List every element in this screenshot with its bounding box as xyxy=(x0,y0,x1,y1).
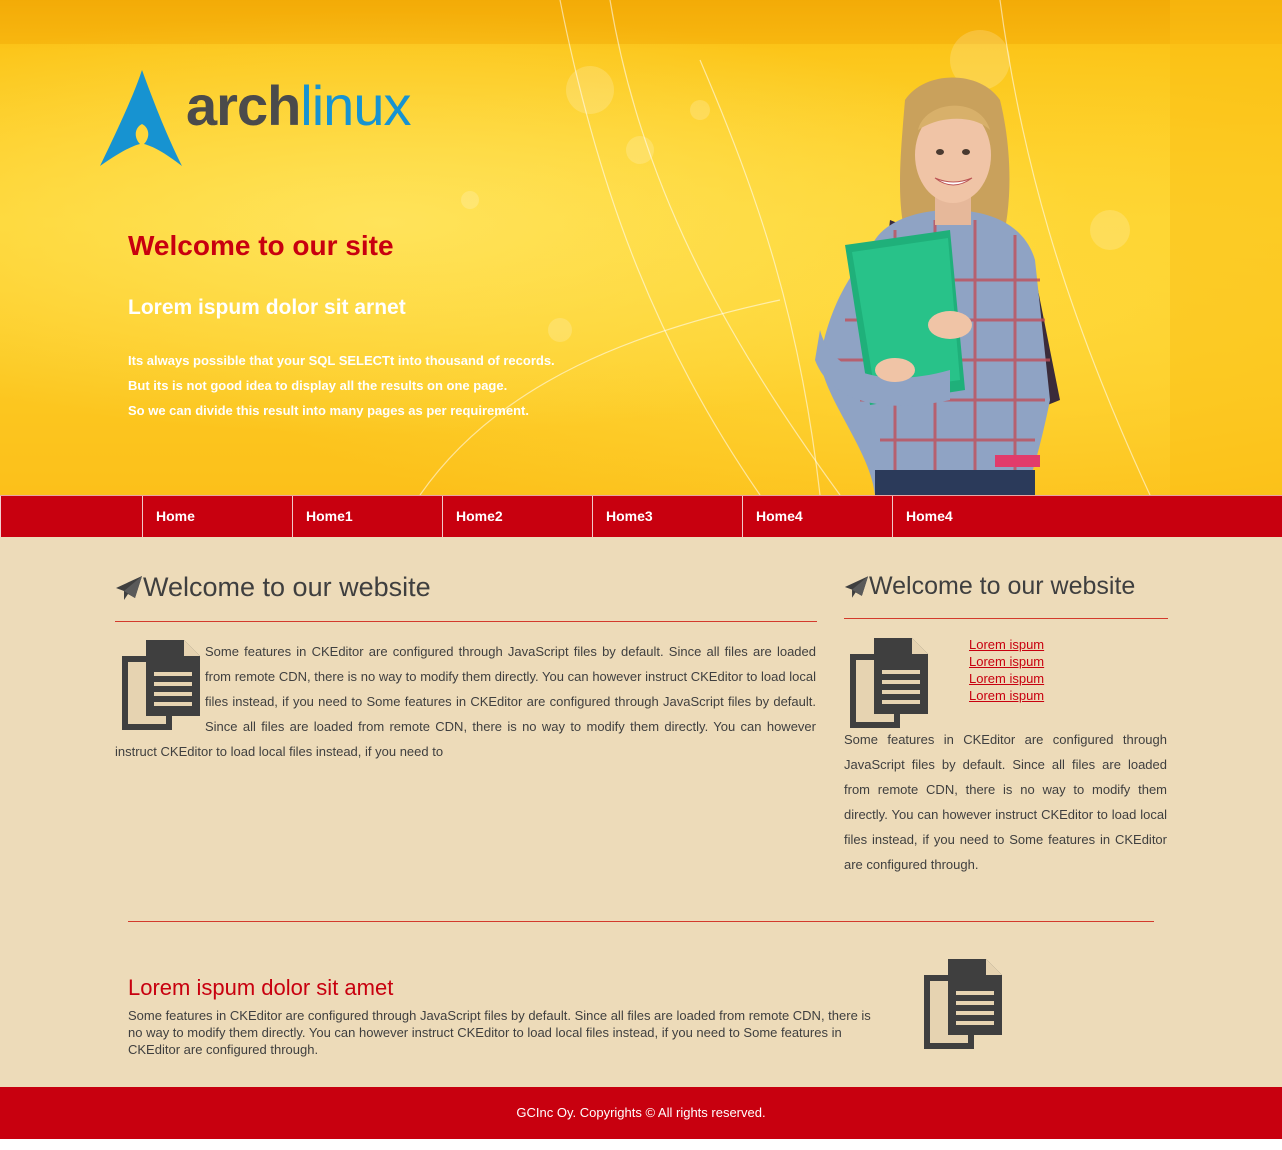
nav-item-home2[interactable]: Home2 xyxy=(442,496,591,537)
arch-logo-icon xyxy=(100,70,182,166)
nav-item-home[interactable]: Home xyxy=(142,496,291,537)
right-section-header: Welcome to our website xyxy=(844,572,1135,601)
hero-line: But its is not good idea to display all … xyxy=(128,378,508,393)
hero-line: Its always possible that your SQL SELECT… xyxy=(128,353,555,368)
bottom-section-text: Some features in CKEditor are configured… xyxy=(128,1008,871,1057)
student-photo xyxy=(815,77,1060,495)
right-section-text: Some features in CKEditor are configured… xyxy=(844,732,1167,872)
bottom-section-title: Lorem ispum dolor sit amet xyxy=(128,975,394,1000)
bottom-divider xyxy=(128,921,1154,922)
nav-item-home4[interactable]: Home4 xyxy=(742,496,891,537)
left-section-heading: Welcome to our website xyxy=(143,572,431,602)
sidebar-link[interactable]: Lorem ispum xyxy=(969,687,1044,704)
main-content: Welcome to our website Some features in … xyxy=(0,537,1282,1087)
paper-plane-icon xyxy=(844,575,869,598)
hero-line: So we can divide this result into many p… xyxy=(128,403,529,418)
hero-description: Its always possible that your SQL SELECT… xyxy=(128,348,555,423)
nav-item-home1[interactable]: Home1 xyxy=(292,496,441,537)
left-section-header: Welcome to our website xyxy=(115,572,431,603)
nav-item-home3[interactable]: Home3 xyxy=(592,496,741,537)
right-section-divider xyxy=(844,618,1168,619)
nav-edge xyxy=(0,496,1,537)
footer: GCInc Oy. Copyrights © All rights reserv… xyxy=(0,1087,1282,1139)
footer-copyright: GCInc Oy. Copyrights © All rights reserv… xyxy=(516,1105,766,1120)
logo-text-linux: linux xyxy=(300,74,411,137)
hero-subtitle: Lorem ispum dolor sit arnet xyxy=(128,296,406,319)
sidebar-link[interactable]: Lorem ispum xyxy=(969,636,1044,653)
document-icon xyxy=(924,959,1002,1049)
left-section-divider xyxy=(115,621,817,622)
right-section-heading: Welcome to our website xyxy=(869,572,1136,600)
document-icon xyxy=(850,638,928,728)
hero-banner: archlinux Welcome to our site Lorem ispu… xyxy=(0,0,1282,495)
sidebar-link[interactable]: Lorem ispum xyxy=(969,653,1044,670)
archlinux-logo[interactable]: archlinux xyxy=(98,68,428,168)
hero-title: Welcome to our site xyxy=(128,230,394,261)
right-link-list: Lorem ispum Lorem ispum Lorem ispum Lore… xyxy=(969,636,1044,704)
sidebar-link[interactable]: Lorem ispum xyxy=(969,670,1044,687)
left-section-body: Some features in CKEditor are configured… xyxy=(115,639,816,764)
paper-plane-icon xyxy=(116,575,142,600)
main-navigation: Home Home1 Home2 Home3 Home4 Home4 xyxy=(0,495,1282,537)
left-section-text: Some features in CKEditor are configured… xyxy=(115,644,816,759)
nav-item-home4-second[interactable]: Home4 xyxy=(892,496,1041,537)
logo-text-arch: arch xyxy=(186,74,301,137)
